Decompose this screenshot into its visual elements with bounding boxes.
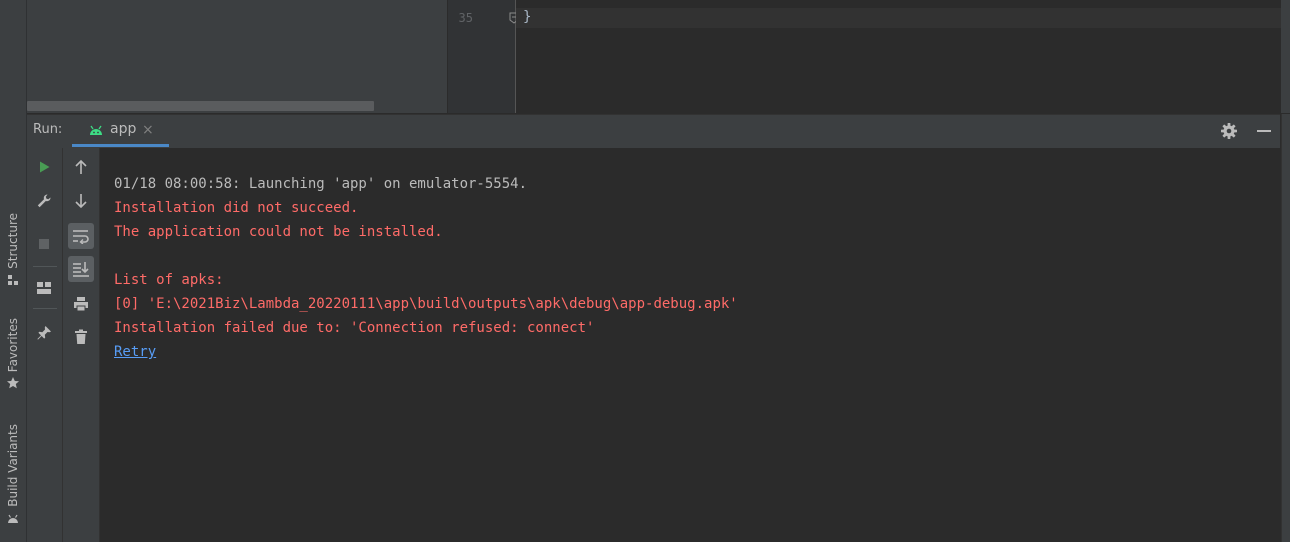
tab-active-indicator [72, 144, 169, 147]
toolbar-separator [33, 308, 57, 309]
android-icon [90, 125, 102, 135]
trash-icon [75, 329, 87, 344]
current-line-highlight [516, 8, 1290, 28]
tab-app-label: app [110, 121, 137, 137]
printer-icon [74, 297, 88, 312]
arrow-down-icon [75, 194, 87, 209]
retry-link[interactable]: Retry [114, 342, 156, 362]
right-tool-strip [1281, 114, 1290, 542]
soft-wrap-icon [73, 230, 89, 244]
build-variants-tab-label: Build Variants [6, 424, 20, 507]
structure-icon [6, 273, 20, 287]
minimize-icon[interactable] [1254, 121, 1274, 141]
build-variants-tab[interactable]: Build Variants [0, 424, 26, 525]
star-icon [6, 376, 20, 390]
close-icon[interactable]: × [142, 122, 154, 138]
stop-button[interactable] [31, 231, 57, 257]
console-failure-reason: Installation failed due to: 'Connection … [114, 320, 595, 336]
console-error-line: Installation did not succeed. [114, 200, 359, 216]
soft-wrap-button[interactable] [68, 223, 94, 249]
edit-configuration-button[interactable] [31, 188, 57, 214]
run-label: Run: [33, 122, 63, 137]
console-launch-line: 01/18 08:00:58: Launching 'app' on emula… [114, 176, 528, 192]
console-error-line: The application could not be installed. [114, 224, 443, 240]
scroll-to-end-icon [73, 262, 89, 277]
up-stack-trace-button[interactable] [68, 154, 94, 180]
run-toolbar-primary [27, 148, 63, 542]
line-number: 35 [458, 11, 473, 25]
arrow-up-icon [75, 159, 87, 174]
rerun-button[interactable] [31, 154, 57, 180]
project-horizontal-scrollbar[interactable] [27, 101, 374, 111]
down-stack-trace-button[interactable] [68, 188, 94, 214]
print-button[interactable] [68, 291, 94, 317]
toolbar-separator [33, 266, 57, 267]
project-pane [27, 0, 447, 113]
console-apk-path: [0] 'E:\2021Biz\Lambda_20220111\app\buil… [114, 296, 738, 312]
code-line: } [523, 9, 532, 25]
clear-all-button[interactable] [68, 324, 94, 350]
pin-tab-button[interactable] [31, 320, 57, 346]
wrench-icon [37, 194, 51, 208]
scroll-to-end-button[interactable] [68, 256, 94, 282]
pin-icon [37, 326, 51, 340]
gear-icon[interactable] [1219, 121, 1239, 141]
stop-icon [39, 239, 49, 249]
favorites-tab[interactable]: Favorites [0, 318, 26, 390]
android-icon [6, 511, 20, 525]
layout-icon [37, 282, 51, 294]
structure-tab[interactable]: Structure [0, 213, 26, 287]
favorites-tab-label: Favorites [6, 318, 20, 373]
structure-tab-label: Structure [6, 213, 20, 269]
console-apk-header: List of apks: [114, 272, 224, 288]
run-tool-window-header [27, 114, 1280, 149]
layout-button[interactable] [31, 275, 57, 301]
play-icon [40, 161, 50, 173]
run-toolbar-secondary [63, 148, 100, 542]
right-scroll-strip [1281, 0, 1290, 113]
left-tool-strip: Structure Favorites Build Variants [0, 0, 27, 542]
